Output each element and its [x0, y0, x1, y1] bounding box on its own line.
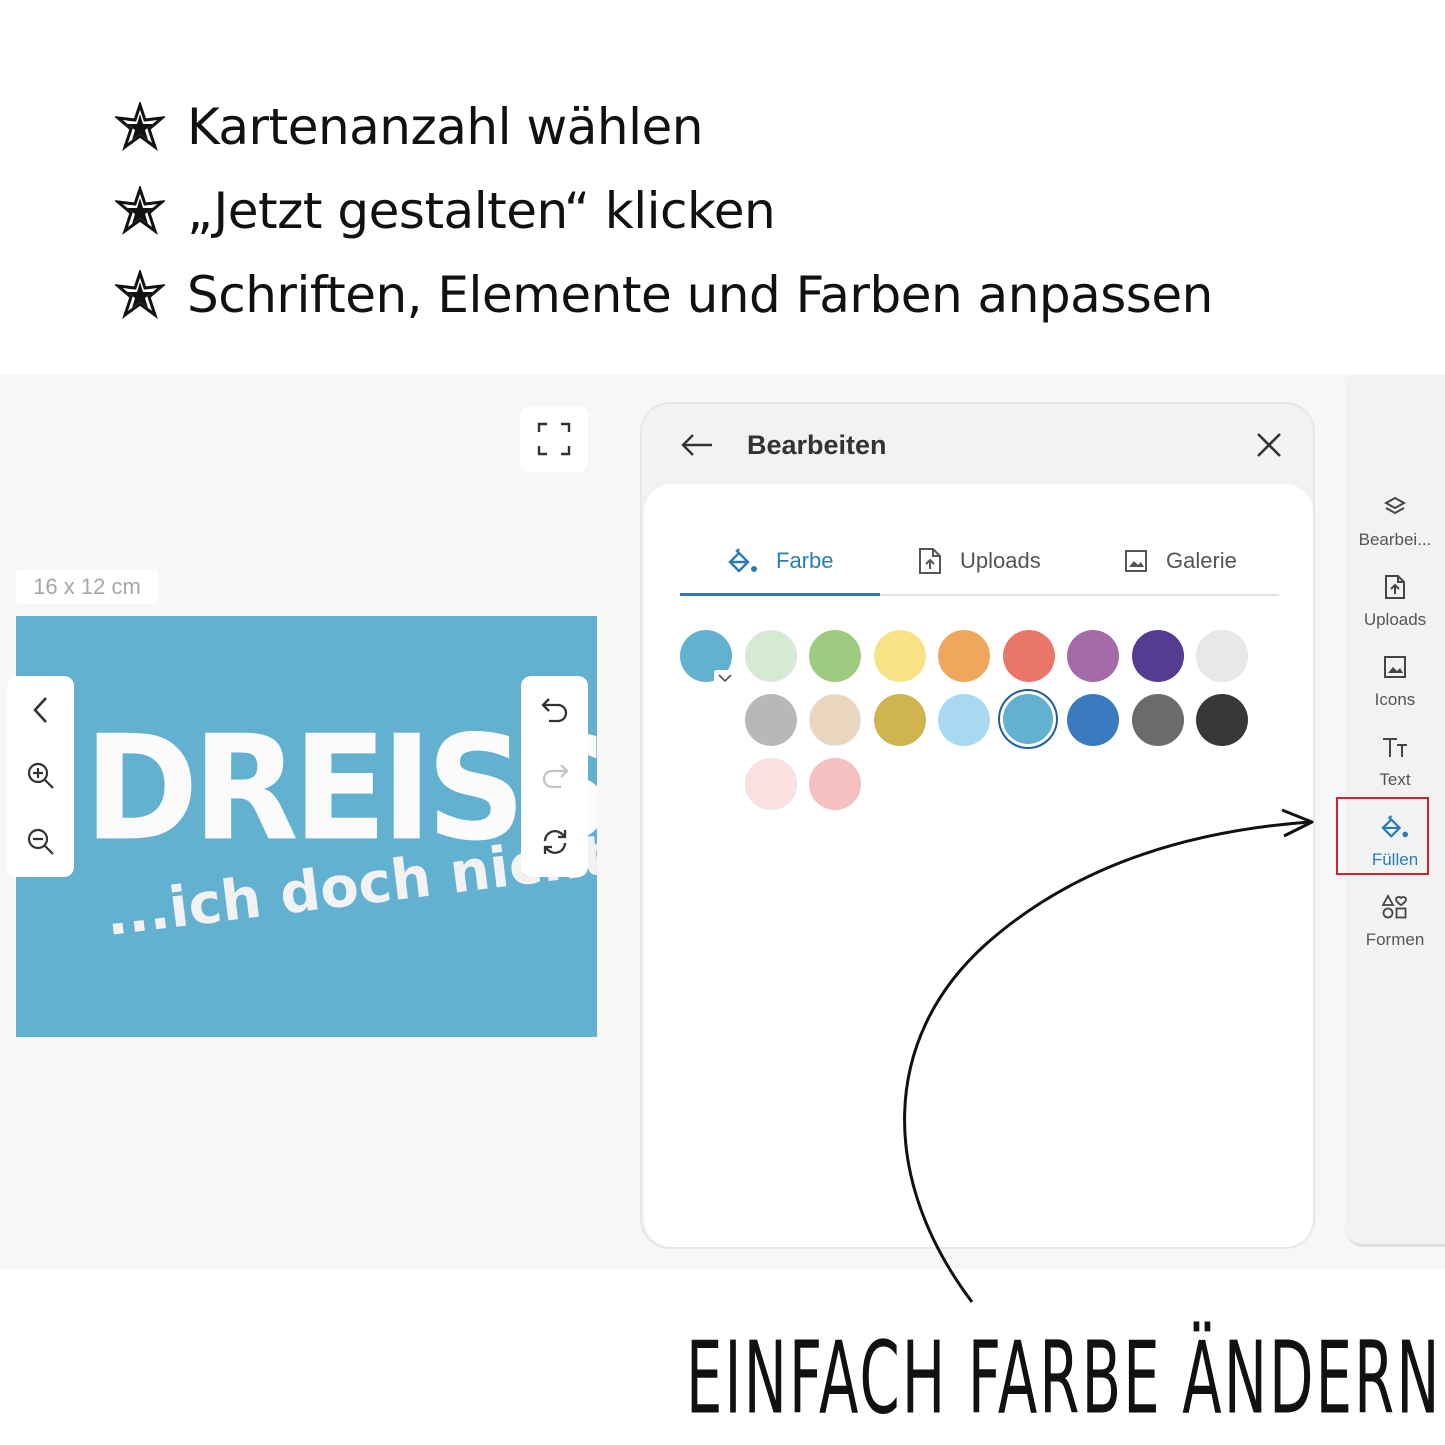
- zoom-in-icon: [27, 762, 54, 789]
- sidebar-item-text[interactable]: Text: [1345, 732, 1445, 804]
- panel-body: Farbe Uploads Galerie: [644, 484, 1313, 1247]
- editor-area: 16 x 12 cm DREISS ...ich doch nicht! Bea…: [0, 374, 1445, 1269]
- panel-title: Bearbeiten: [747, 430, 887, 460]
- chevron-down-icon: [714, 670, 736, 686]
- instruction-text: Kartenanzahl wählen: [187, 98, 703, 156]
- handwritten-note: EINFACH FARBE ÄNDERN!: [686, 1320, 1445, 1437]
- star-icon: [115, 186, 165, 235]
- image-icon: [1383, 652, 1407, 682]
- instruction-text: „Jetzt gestalten“ klicken: [187, 182, 776, 240]
- upload-file-icon: [918, 547, 942, 575]
- upload-file-icon: [1384, 572, 1406, 602]
- sidebar-item-label: Bearbei...: [1358, 530, 1432, 549]
- layers-icon: [1383, 492, 1407, 522]
- reset-button[interactable]: [521, 812, 588, 872]
- refresh-icon: [543, 829, 566, 855]
- right-toolbar: [521, 676, 588, 877]
- active-tab-indicator: [680, 593, 880, 596]
- sidebar-item-label: Icons: [1374, 690, 1416, 709]
- color-swatch[interactable]: [809, 694, 861, 746]
- card-size-label: 16 x 12 cm: [16, 570, 158, 604]
- color-swatch[interactable]: [680, 630, 736, 686]
- tab-galerie[interactable]: Galerie: [1124, 526, 1237, 596]
- color-swatch[interactable]: [1002, 694, 1053, 744]
- color-swatch[interactable]: [809, 630, 861, 682]
- tab-uploads[interactable]: Uploads: [918, 526, 1041, 596]
- tab-label: Galerie: [1166, 548, 1237, 573]
- color-swatch[interactable]: [744, 694, 797, 746]
- color-swatch[interactable]: [938, 694, 990, 746]
- zoom-in-button[interactable]: [7, 746, 74, 806]
- undo-button[interactable]: [521, 680, 588, 740]
- paint-bucket-icon: [728, 547, 758, 575]
- star-icon: [115, 270, 165, 319]
- highlight-box: [1336, 797, 1429, 875]
- sidebar-item-formen[interactable]: Formen: [1345, 892, 1445, 964]
- sidebar-item-bearbeiten[interactable]: Bearbei...: [1345, 492, 1445, 564]
- color-swatch[interactable]: [1131, 630, 1184, 682]
- previous-button[interactable]: [7, 680, 74, 740]
- tab-label: Uploads: [960, 548, 1041, 573]
- color-swatches: [680, 630, 1280, 830]
- color-swatch[interactable]: [744, 758, 797, 810]
- close-icon[interactable]: [1254, 430, 1284, 460]
- instruction-3: Schriften, Elemente und Farben anpassen: [115, 266, 1213, 324]
- card-canvas[interactable]: DREISS ...ich doch nicht!: [16, 616, 597, 1037]
- color-swatch[interactable]: [744, 630, 797, 682]
- panel-header: Bearbeiten: [642, 404, 1313, 486]
- instruction-1: Kartenanzahl wählen: [115, 98, 703, 156]
- zoom-out-button[interactable]: [7, 812, 74, 872]
- sidebar-item-icons[interactable]: Icons: [1345, 652, 1445, 724]
- color-swatch[interactable]: [1196, 694, 1248, 746]
- star-icon: [115, 102, 165, 151]
- color-swatch[interactable]: [873, 694, 926, 746]
- color-swatch[interactable]: [1067, 694, 1119, 746]
- fullscreen-button[interactable]: [520, 406, 588, 472]
- sidebar-item-uploads[interactable]: Uploads: [1345, 572, 1445, 644]
- color-swatch[interactable]: [1196, 630, 1248, 682]
- color-swatch[interactable]: [938, 630, 990, 682]
- text-icon: [1381, 732, 1409, 762]
- image-icon: [1124, 549, 1148, 573]
- tab-farbe[interactable]: Farbe: [728, 526, 833, 596]
- sidebar-item-label: Uploads: [1363, 610, 1427, 629]
- zoom-out-icon: [27, 828, 54, 855]
- color-swatch[interactable]: [873, 630, 926, 682]
- chevron-left-icon: [32, 697, 47, 723]
- redo-icon: [542, 764, 569, 789]
- panel-tabs: Farbe Uploads Galerie: [680, 526, 1279, 596]
- shapes-icon: [1382, 892, 1408, 922]
- color-swatch[interactable]: [1002, 630, 1055, 682]
- back-arrow-icon[interactable]: [680, 430, 714, 460]
- sidebar-item-label: Text: [1379, 770, 1411, 789]
- color-swatch[interactable]: [809, 758, 861, 810]
- redo-button[interactable]: [521, 746, 588, 806]
- tab-label: Farbe: [776, 548, 834, 573]
- sidebar-item-label: Formen: [1365, 930, 1425, 949]
- instruction-text: Schriften, Elemente und Farben anpassen: [187, 266, 1213, 324]
- instruction-2: „Jetzt gestalten“ klicken: [115, 182, 776, 240]
- left-toolbar: [7, 676, 74, 877]
- undo-icon: [540, 698, 567, 723]
- edit-panel: Bearbeiten Farbe Uploads Galerie: [640, 402, 1315, 1249]
- fullscreen-icon: [537, 422, 571, 456]
- color-swatch[interactable]: [1131, 694, 1184, 746]
- color-swatch[interactable]: [1067, 630, 1119, 682]
